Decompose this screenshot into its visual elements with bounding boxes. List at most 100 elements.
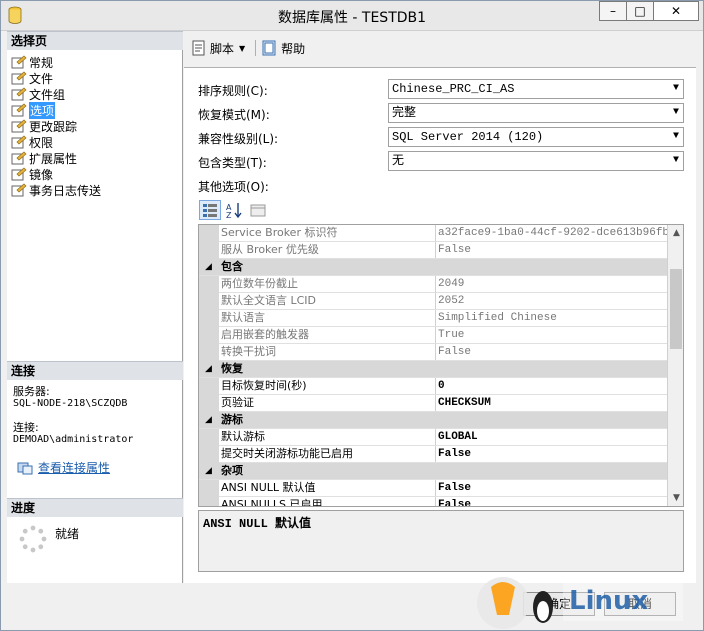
grid-row-gutter: [199, 480, 219, 497]
grid-row-gutter: [199, 225, 219, 242]
scroll-up-icon[interactable]: ▲: [668, 225, 683, 241]
grid-property-row[interactable]: 提交时关闭游标功能已启用 False: [199, 446, 667, 463]
property-grid-toolbar: A Z: [199, 200, 271, 220]
connection-label: 连接:: [13, 421, 39, 434]
property-grid-rows: Service Broker 标识符 a32face9-1ba0-44cf-920…: [199, 225, 667, 507]
grid-row-gutter: [199, 276, 219, 293]
grid-property-value[interactable]: 0: [435, 378, 667, 394]
svg-text:Linux: Linux: [569, 586, 648, 616]
linuxidc-watermark-logo: Linux: [477, 577, 683, 629]
collation-select[interactable]: Chinese_PRC_CI_AS ▼: [388, 79, 684, 99]
grid-property-row[interactable]: ANSI NULL 默认值 False: [199, 480, 667, 497]
script-button[interactable]: 脚本 ▼: [191, 40, 245, 57]
grid-property-row[interactable]: 默认游标 GLOBAL: [199, 429, 667, 446]
recovery-model-label: 恢复模式(M):: [198, 108, 270, 122]
script-dropdown-icon[interactable]: ▼: [239, 44, 245, 53]
page-item-label: 常规: [29, 55, 54, 70]
grid-property-name: 服从 Broker 优先级: [221, 243, 319, 256]
collapse-triangle-icon[interactable]: ◢: [205, 361, 212, 377]
grid-category-row[interactable]: ◢ 杂项: [199, 463, 667, 480]
grid-row-gutter: [199, 293, 219, 310]
page-item-label: 事务日志传送: [29, 183, 102, 198]
pages-header: 选择页: [7, 31, 183, 50]
collation-label: 排序规则(C):: [198, 84, 268, 98]
grid-category-row[interactable]: ◢ 恢复: [199, 361, 667, 378]
grid-category-row[interactable]: ◢ 游标: [199, 412, 667, 429]
connection-header: 连接: [7, 361, 183, 380]
page-item-label: 选项: [29, 101, 56, 119]
grid-property-row[interactable]: 启用嵌套的触发器 True: [199, 327, 667, 344]
help-icon: [262, 40, 276, 56]
grid-property-row[interactable]: 两位数年份截止 2049: [199, 276, 667, 293]
categorized-view-button[interactable]: [199, 200, 221, 220]
wrench-page-icon: [11, 87, 27, 101]
grid-row-gutter: [199, 429, 219, 446]
grid-row-gutter: [199, 242, 219, 259]
collapse-triangle-icon[interactable]: ◢: [205, 412, 212, 428]
grid-property-value[interactable]: False: [435, 446, 667, 462]
grid-property-row[interactable]: 服从 Broker 优先级 False: [199, 242, 667, 259]
grid-property-row[interactable]: 页验证 CHECKSUM: [199, 395, 667, 412]
grid-property-row[interactable]: 默认语言 Simplified Chinese: [199, 310, 667, 327]
other-options-label: 其他选项(O):: [198, 180, 269, 194]
recovery-model-select[interactable]: 完整 ▼: [388, 103, 684, 123]
grid-property-row[interactable]: 默认全文语言 LCID 2052: [199, 293, 667, 310]
grid-property-name: 页验证: [221, 396, 254, 409]
grid-property-value: False: [435, 242, 667, 258]
grid-property-row[interactable]: 转换干扰词 False: [199, 344, 667, 361]
page-item[interactable]: 权限: [11, 134, 101, 150]
grid-row-gutter: [199, 446, 219, 463]
help-button[interactable]: 帮助: [262, 40, 305, 57]
collapse-triangle-icon[interactable]: ◢: [205, 259, 212, 275]
wrench-page-icon: [11, 167, 27, 181]
grid-property-value[interactable]: CHECKSUM: [435, 395, 667, 411]
compatibility-level-select[interactable]: SQL Server 2014 (120) ▼: [388, 127, 684, 147]
server-label: 服务器:: [13, 385, 50, 398]
page-item[interactable]: 扩展属性: [11, 150, 101, 166]
property-description: ANSI NULL 默认值: [198, 510, 684, 572]
page-item[interactable]: 文件: [11, 70, 101, 86]
minimize-button[interactable]: –: [599, 1, 627, 21]
grid-property-name: 提交时关闭游标功能已启用: [221, 447, 353, 460]
sort-alphabetical-icon: A Z: [226, 203, 242, 220]
alphabetical-sort-button[interactable]: A Z: [223, 200, 245, 220]
grid-row-gutter: [199, 327, 219, 344]
grid-property-name: ANSI NULLS 已启用: [221, 498, 323, 507]
compatibility-level-value: SQL Server 2014 (120): [392, 130, 544, 144]
grid-property-row[interactable]: ANSI NULLS 已启用 False: [199, 497, 667, 507]
grid-property-value[interactable]: False: [435, 497, 667, 506]
grid-property-row[interactable]: Service Broker 标识符 a32face9-1ba0-44cf-920…: [199, 225, 667, 242]
page-item[interactable]: 选项: [11, 101, 101, 119]
progress-header: 进度: [7, 498, 183, 517]
scroll-down-icon[interactable]: ▼: [668, 490, 683, 506]
server-value: SQL-NODE-218\SCZQDB: [13, 398, 128, 409]
title-bar[interactable]: 数据库属性 - TESTDB1 – □ ✕: [1, 1, 703, 31]
property-grid[interactable]: Service Broker 标识符 a32face9-1ba0-44cf-920…: [198, 224, 684, 507]
scroll-thumb[interactable]: [670, 269, 682, 349]
maximize-button[interactable]: □: [626, 1, 654, 21]
view-connection-properties-label[interactable]: 查看连接属性: [38, 459, 110, 476]
page-item[interactable]: 常规: [11, 54, 101, 70]
help-label: 帮助: [281, 41, 306, 56]
property-pages-icon: [250, 204, 266, 217]
property-grid-scrollbar[interactable]: ▲ ▼: [667, 225, 683, 506]
grid-property-row[interactable]: 目标恢复时间(秒) 0: [199, 378, 667, 395]
page-item-label: 权限: [29, 135, 54, 150]
page-item[interactable]: 文件组: [11, 86, 101, 102]
grid-row-gutter: [199, 395, 219, 412]
close-button[interactable]: ✕: [653, 1, 699, 21]
grid-property-value[interactable]: GLOBAL: [435, 429, 667, 445]
grid-property-name: 默认语言: [221, 311, 265, 324]
wrench-page-icon: [11, 55, 27, 69]
containment-type-select[interactable]: 无 ▼: [388, 151, 684, 171]
collapse-triangle-icon[interactable]: ◢: [205, 463, 212, 479]
collation-value: Chinese_PRC_CI_AS: [392, 82, 515, 96]
page-item[interactable]: 镜像: [11, 166, 101, 182]
page-item[interactable]: 事务日志传送: [11, 182, 101, 198]
grid-category-row[interactable]: ◢ 包含: [199, 259, 667, 276]
property-pages-button[interactable]: [247, 200, 269, 220]
chevron-down-icon: ▼: [672, 131, 679, 142]
view-connection-properties-link[interactable]: 查看连接属性: [17, 459, 110, 476]
grid-property-value[interactable]: False: [435, 480, 667, 496]
page-item[interactable]: 更改跟踪: [11, 118, 101, 134]
